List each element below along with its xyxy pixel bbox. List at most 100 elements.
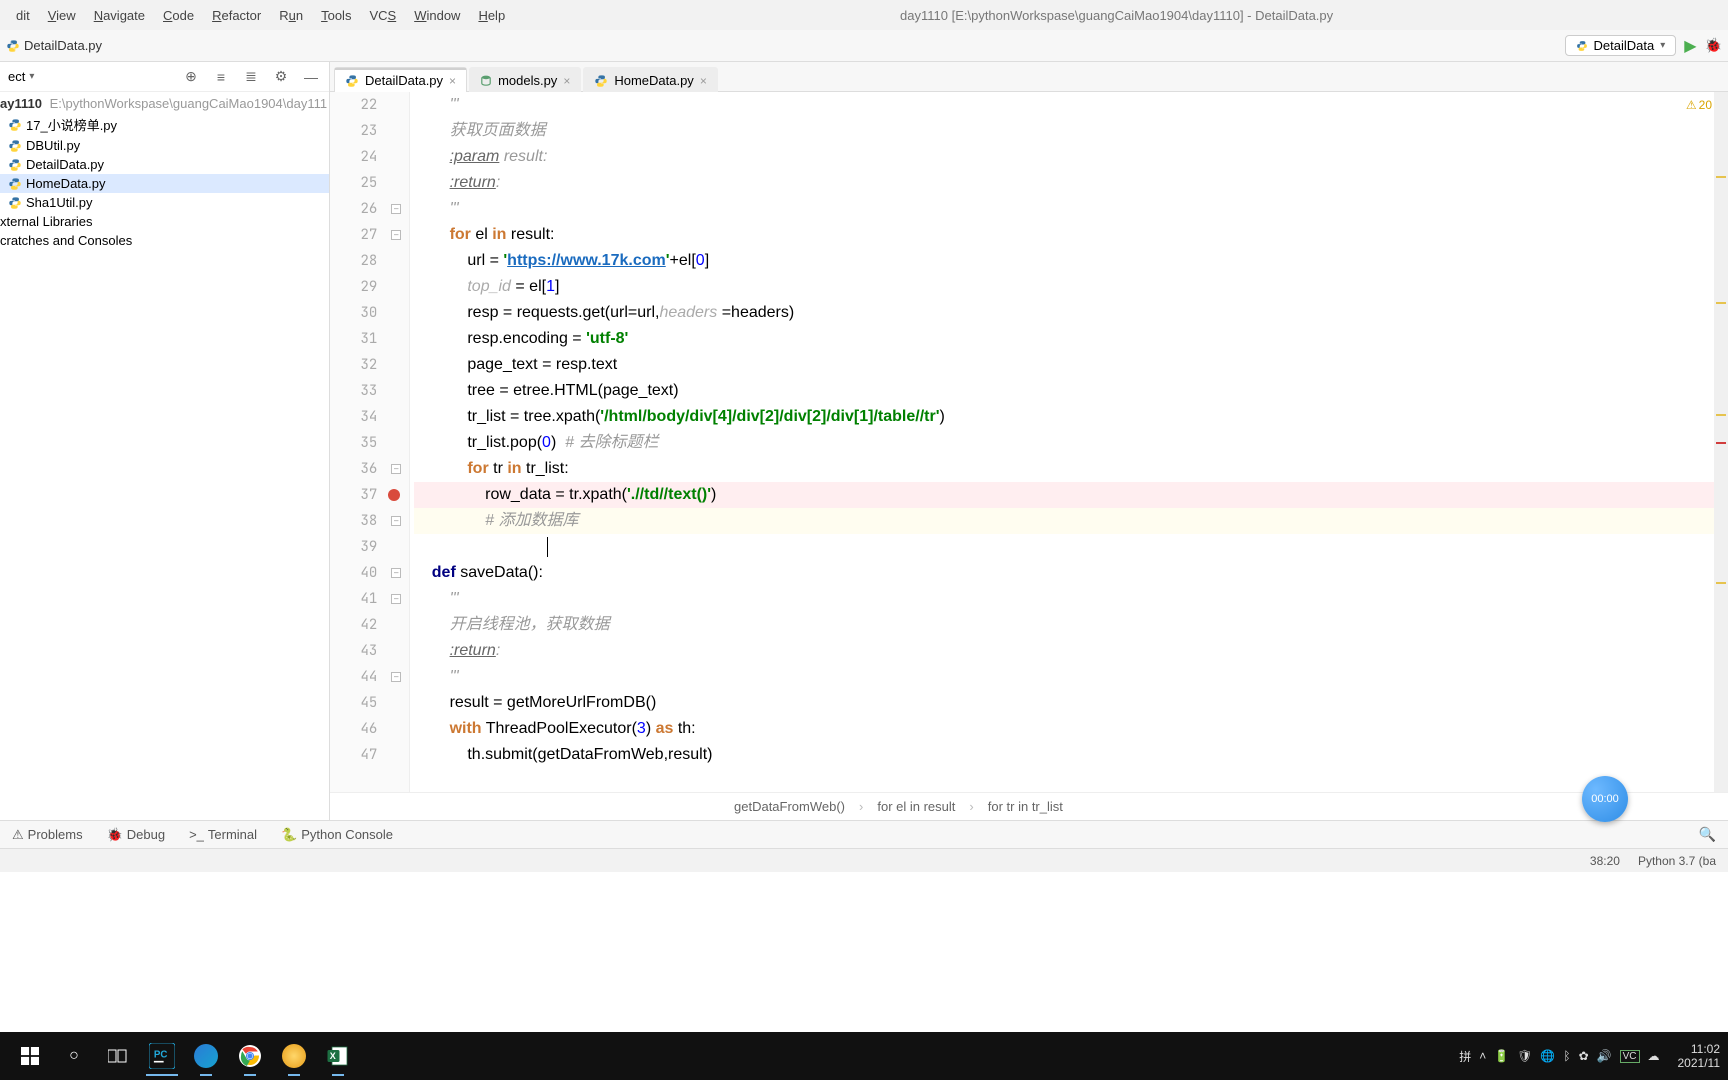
code-line[interactable]: with ThreadPoolExecutor(3) as th: xyxy=(414,716,1728,742)
code-line[interactable]: :return: xyxy=(414,638,1728,664)
interpreter-label[interactable]: Python 3.7 (ba xyxy=(1638,854,1716,868)
code-line[interactable]: :param result: xyxy=(414,144,1728,170)
run-config-combo[interactable]: DetailData ▾ xyxy=(1565,35,1677,56)
timer-widget[interactable]: 00:00 xyxy=(1582,776,1628,822)
project-label[interactable]: ect xyxy=(8,69,25,84)
fold-toggle[interactable]: – xyxy=(391,516,401,526)
taskview-button[interactable] xyxy=(96,1036,140,1076)
project-file[interactable]: DetailData.py xyxy=(0,155,329,174)
menu-view[interactable]: View xyxy=(40,6,84,25)
menu-code[interactable]: Code xyxy=(155,6,202,25)
code-line[interactable]: ''' xyxy=(414,664,1728,690)
editor-tab[interactable]: DetailData.py× xyxy=(334,67,467,92)
tray-icon[interactable]: 🔋 xyxy=(1494,1049,1509,1063)
project-file[interactable]: 17_小说榜单.py xyxy=(0,113,329,136)
taskbar-excel[interactable]: X xyxy=(316,1036,360,1076)
scrollbar[interactable] xyxy=(1714,92,1728,792)
bottom-tool-tab[interactable]: 🐞Debug xyxy=(107,827,166,843)
code-line[interactable]: ''' xyxy=(414,196,1728,222)
breadcrumb[interactable]: getDataFromWeb()›for el in result›for tr… xyxy=(330,792,1728,820)
locate-icon[interactable]: ⊕ xyxy=(181,67,201,87)
nav-crumb[interactable]: DetailData.py xyxy=(6,38,102,53)
breadcrumb-item[interactable]: getDataFromWeb() xyxy=(734,799,845,814)
search-button[interactable]: ○ xyxy=(52,1036,96,1076)
editor-tab[interactable]: models.py× xyxy=(469,67,581,92)
hide-icon[interactable]: — xyxy=(301,67,321,87)
run-button[interactable]: ▶ xyxy=(1684,36,1696,56)
code-line[interactable]: th.submit(getDataFromWeb,result) xyxy=(414,742,1728,768)
breakpoint-icon[interactable] xyxy=(388,489,400,501)
project-root[interactable]: ay1110 E:\pythonWorkspase\guangCaiMao190… xyxy=(0,94,329,113)
project-file[interactable]: HomeData.py xyxy=(0,174,329,193)
warnings-badge[interactable]: ⚠ 20 xyxy=(1686,98,1712,112)
code-line[interactable]: tr_list.pop(0) # 去除标题栏 xyxy=(414,430,1728,456)
menu-tools[interactable]: Tools xyxy=(313,6,359,25)
editor-tab[interactable]: HomeData.py× xyxy=(583,67,718,92)
project-file[interactable]: DBUtil.py xyxy=(0,136,329,155)
project-node[interactable]: cratches and Consoles xyxy=(0,231,329,250)
code-line[interactable]: top_id = el[1] xyxy=(414,274,1728,300)
menu-file[interactable]: dit xyxy=(8,6,38,25)
project-node[interactable]: xternal Libraries xyxy=(0,212,329,231)
code-line[interactable]: url = 'https://www.17k.com'+el[0] xyxy=(414,248,1728,274)
code-line[interactable]: ''' xyxy=(414,586,1728,612)
code-line[interactable]: tr_list = tree.xpath('/html/body/div[4]/… xyxy=(414,404,1728,430)
fold-toggle[interactable]: – xyxy=(391,230,401,240)
menu-navigate[interactable]: Navigate xyxy=(86,6,153,25)
editor[interactable]: ⚠ 20 2223242526–27–282930313233343536–37… xyxy=(330,92,1728,792)
code-line[interactable]: def saveData(): xyxy=(414,560,1728,586)
code-line[interactable]: :return: xyxy=(414,170,1728,196)
code-line[interactable]: row_data = tr.xpath('.//td//text()') xyxy=(414,482,1728,508)
code-line[interactable]: for el in result: xyxy=(414,222,1728,248)
menu-vcs[interactable]: VCS xyxy=(361,6,404,25)
menu-refactor[interactable]: Refactor xyxy=(204,6,269,25)
taskbar-clock[interactable]: 11:02 2021/11 xyxy=(1678,1042,1721,1070)
menu-run[interactable]: Run xyxy=(271,6,311,25)
tray-shield-icon[interactable]: 🛡 xyxy=(1517,1049,1532,1063)
code-line[interactable]: resp = requests.get(url=url,headers =hea… xyxy=(414,300,1728,326)
system-tray[interactable]: 拼 ˄ 🔋 🛡 🌐 ᛒ ✿ 🔊 VC ☁ 11:02 2021/11 xyxy=(1459,1042,1720,1070)
expand-icon[interactable]: ≡ xyxy=(211,67,231,87)
code-line[interactable]: # 添加数据库 xyxy=(414,508,1728,534)
code-line[interactable]: tree = etree.HTML(page_text) xyxy=(414,378,1728,404)
gear-icon[interactable]: ⚙ xyxy=(271,67,291,87)
close-icon[interactable]: × xyxy=(449,74,456,88)
fold-toggle[interactable]: – xyxy=(391,672,401,682)
search-icon[interactable]: 🔍 xyxy=(1699,826,1716,843)
menu-help[interactable]: Help xyxy=(470,6,513,25)
debug-button[interactable]: 🐞 xyxy=(1705,37,1722,54)
tray-net-icon[interactable]: 🌐 xyxy=(1540,1049,1555,1063)
taskbar-chrome[interactable] xyxy=(228,1036,272,1076)
bottom-tool-tab[interactable]: >_Terminal xyxy=(189,827,257,843)
code-line[interactable]: page_text = resp.text xyxy=(414,352,1728,378)
menu-window[interactable]: Window xyxy=(406,6,468,25)
collapse-icon[interactable]: ≣ xyxy=(241,67,261,87)
close-icon[interactable]: × xyxy=(700,74,707,88)
tray-cloud-icon[interactable]: ☁ xyxy=(1648,1049,1660,1063)
fold-toggle[interactable]: – xyxy=(391,594,401,604)
code-line[interactable]: resp.encoding = 'utf-8' xyxy=(414,326,1728,352)
start-button[interactable] xyxy=(8,1036,52,1076)
tray-vm-icon[interactable]: VC xyxy=(1620,1050,1640,1063)
code-line[interactable]: 开启线程池，获取数据 xyxy=(414,612,1728,638)
main-menu[interactable]: dit View Navigate Code Refactor Run Tool… xyxy=(8,6,513,25)
fold-toggle[interactable]: – xyxy=(391,568,401,578)
breadcrumb-item[interactable]: for el in result xyxy=(877,799,955,814)
project-file[interactable]: Sha1Util.py xyxy=(0,193,329,212)
code-line[interactable]: ''' xyxy=(414,92,1728,118)
taskbar-app4[interactable] xyxy=(272,1036,316,1076)
taskbar-app2[interactable] xyxy=(184,1036,228,1076)
code-line[interactable]: 获取页面数据 xyxy=(414,118,1728,144)
tray-volume-icon[interactable]: 🔊 xyxy=(1597,1049,1612,1063)
ime-indicator[interactable]: 拼 xyxy=(1459,1048,1471,1065)
fold-toggle[interactable]: – xyxy=(391,204,401,214)
tray-bt-icon[interactable]: ᛒ xyxy=(1563,1049,1570,1063)
taskbar-pycharm[interactable]: PC xyxy=(140,1036,184,1076)
bottom-tool-tab[interactable]: 🐍Python Console xyxy=(281,827,393,843)
fold-toggle[interactable]: – xyxy=(391,464,401,474)
tray-flower-icon[interactable]: ✿ xyxy=(1579,1049,1589,1063)
code-line[interactable]: for tr in tr_list: xyxy=(414,456,1728,482)
code-line[interactable] xyxy=(414,534,1728,560)
tray-chevron-icon[interactable]: ˄ xyxy=(1479,1049,1486,1063)
close-icon[interactable]: × xyxy=(563,74,570,88)
